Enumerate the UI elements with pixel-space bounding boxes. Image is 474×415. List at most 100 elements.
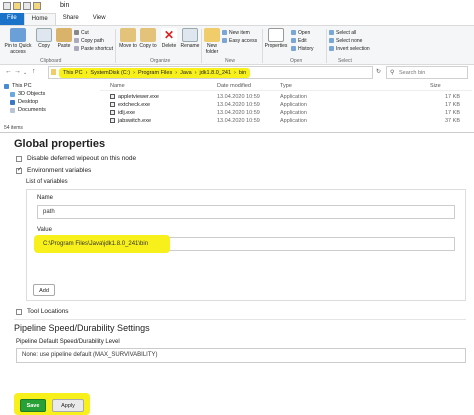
new-item-button[interactable]: New item xyxy=(222,29,250,36)
nav-item-3d-objects[interactable]: 3D Objects xyxy=(4,90,84,98)
invert-selection-button[interactable]: Invert selection xyxy=(329,45,370,52)
copy-to-icon xyxy=(140,28,156,42)
refresh-icon[interactable]: ↻ xyxy=(376,68,381,75)
move-to-button[interactable]: Move to xyxy=(119,28,137,49)
group-new: New xyxy=(225,58,236,64)
tool-locations-checkbox[interactable] xyxy=(16,309,22,315)
address-bar[interactable]: This PC › SystemDisk (C:) › Program File… xyxy=(48,66,373,79)
file-size: 37 KB xyxy=(445,118,460,124)
jenkins-config-panel: Global properties Disable deferred wipeo… xyxy=(0,134,474,415)
column-type[interactable]: Type xyxy=(280,83,292,89)
add-button[interactable]: Add xyxy=(33,284,55,296)
file-name: jabswitch.exe xyxy=(118,118,152,124)
pin-quick-access-button[interactable]: Pin to Quick access xyxy=(3,28,33,55)
save-button[interactable]: Save xyxy=(20,399,46,412)
chevron-right-icon: › xyxy=(175,70,178,76)
value-field[interactable]: C:\Program Files\Java\jdk1.8.0_241\bin xyxy=(34,235,455,253)
breadcrumb-system-disk[interactable]: SystemDisk (C:) xyxy=(90,70,130,76)
history-icon xyxy=(291,46,296,51)
breadcrumb-program-files[interactable]: Program Files xyxy=(138,70,172,76)
select-none-button[interactable]: Select none xyxy=(329,37,362,44)
table-row[interactable]: idlj.exe 13.04.2020 10:59 Application 17… xyxy=(100,109,472,117)
open-button[interactable]: Open xyxy=(291,29,310,36)
search-icon: ⚲ xyxy=(390,70,395,76)
apply-button[interactable]: Apply xyxy=(52,399,84,412)
delete-icon: ✕ xyxy=(161,28,177,42)
rename-icon xyxy=(182,28,198,42)
file-date: 13.04.2020 10:59 xyxy=(217,118,260,124)
new-folder-icon[interactable] xyxy=(13,2,21,10)
breadcrumb-jdk[interactable]: jdk1.8.0_241 xyxy=(200,70,232,76)
copy-path-label: Copy path xyxy=(81,37,104,44)
open-label: Open xyxy=(298,29,311,36)
new-folder-button[interactable]: New folder xyxy=(203,28,221,55)
pin-label: Pin to Quick access xyxy=(4,43,32,55)
nav-item-label: This PC xyxy=(12,83,32,89)
file-size: 17 KB xyxy=(445,110,460,116)
qat-dropdown-icon[interactable] xyxy=(23,2,31,10)
tab-file[interactable]: File xyxy=(0,13,24,25)
computer-icon xyxy=(4,83,9,89)
column-date[interactable]: Date modified xyxy=(217,83,251,89)
history-button[interactable]: History xyxy=(291,45,314,52)
select-all-button[interactable]: Select all xyxy=(329,29,356,36)
address-row: ← → ⌄ ↑ This PC › SystemDisk (C:) › Prog… xyxy=(0,65,474,80)
breadcrumb-this-pc[interactable]: This PC xyxy=(63,70,83,76)
recent-dropdown-icon[interactable]: ⌄ xyxy=(23,70,27,76)
column-name[interactable]: Name xyxy=(110,83,125,89)
breadcrumb-java[interactable]: Java xyxy=(180,70,192,76)
copy-button[interactable]: Copy xyxy=(35,28,53,49)
section-title-pipeline: Pipeline Speed/Durability Settings xyxy=(14,323,150,333)
nav-item-documents[interactable]: Documents xyxy=(4,106,84,114)
tab-view[interactable]: View xyxy=(86,13,113,25)
disable-deferred-checkbox[interactable] xyxy=(16,156,22,162)
table-row[interactable]: jabswitch.exe 13.04.2020 10:59 Applicati… xyxy=(100,117,472,125)
exe-file-icon xyxy=(110,94,115,99)
paste-button[interactable]: Paste xyxy=(55,28,73,49)
forward-icon[interactable]: → xyxy=(14,68,21,75)
env-vars-checkbox[interactable] xyxy=(16,166,22,174)
back-icon[interactable]: ← xyxy=(5,68,12,75)
invert-selection-label: Invert selection xyxy=(336,45,370,52)
section-divider xyxy=(14,319,466,320)
file-name: idlj.exe xyxy=(118,110,136,116)
easy-access-button[interactable]: Easy access xyxy=(222,37,257,44)
name-field[interactable]: path xyxy=(37,205,455,219)
tab-share[interactable]: Share xyxy=(56,13,86,25)
table-row[interactable]: appletviewer.exe 13.04.2020 10:59 Applic… xyxy=(100,93,472,101)
scissors-icon xyxy=(74,30,79,35)
edit-icon xyxy=(291,38,296,43)
file-size: 17 KB xyxy=(445,94,460,100)
nav-item-this-pc[interactable]: This PC xyxy=(4,82,84,90)
pin-icon xyxy=(10,28,26,42)
ribbon-separator xyxy=(201,29,202,63)
env-vars-label: Environment variables xyxy=(27,167,92,174)
properties-button[interactable]: Properties xyxy=(264,28,288,49)
pipeline-level-select[interactable]: None: use pipeline default (MAX_SURVIVAB… xyxy=(16,348,466,363)
cut-button[interactable]: Cut xyxy=(74,29,89,36)
rename-button[interactable]: Rename xyxy=(180,28,200,49)
exe-file-icon xyxy=(110,110,115,115)
tab-home[interactable]: Home xyxy=(23,13,56,25)
copy-to-button[interactable]: Copy to xyxy=(139,28,157,49)
properties-icon xyxy=(268,28,284,42)
chevron-right-icon: › xyxy=(85,70,88,76)
documents-icon xyxy=(10,107,15,113)
search-input[interactable]: Search bin xyxy=(386,66,468,79)
table-row[interactable]: extcheck.exe 13.04.2020 10:59 Applicatio… xyxy=(100,101,472,109)
nav-item-label: Documents xyxy=(18,107,46,113)
properties-icon[interactable] xyxy=(3,2,11,10)
title-bar: bin xyxy=(0,0,474,13)
up-icon[interactable]: ↑ xyxy=(32,68,36,75)
edit-button[interactable]: Edit xyxy=(291,37,307,44)
group-clipboard: Clipboard xyxy=(40,58,62,64)
paste-shortcut-button[interactable]: Paste shortcut xyxy=(74,45,113,52)
breadcrumb-bin[interactable]: bin xyxy=(239,70,246,76)
group-select: Select xyxy=(338,58,352,64)
value-text: C:\Program Files\Java\jdk1.8.0_241\bin xyxy=(43,241,149,247)
column-size[interactable]: Size xyxy=(430,83,441,89)
copy-path-button[interactable]: Copy path xyxy=(74,37,104,44)
delete-button[interactable]: ✕ Delete xyxy=(160,28,178,49)
nav-item-desktop[interactable]: Desktop xyxy=(4,98,84,106)
exe-file-icon xyxy=(110,118,115,123)
